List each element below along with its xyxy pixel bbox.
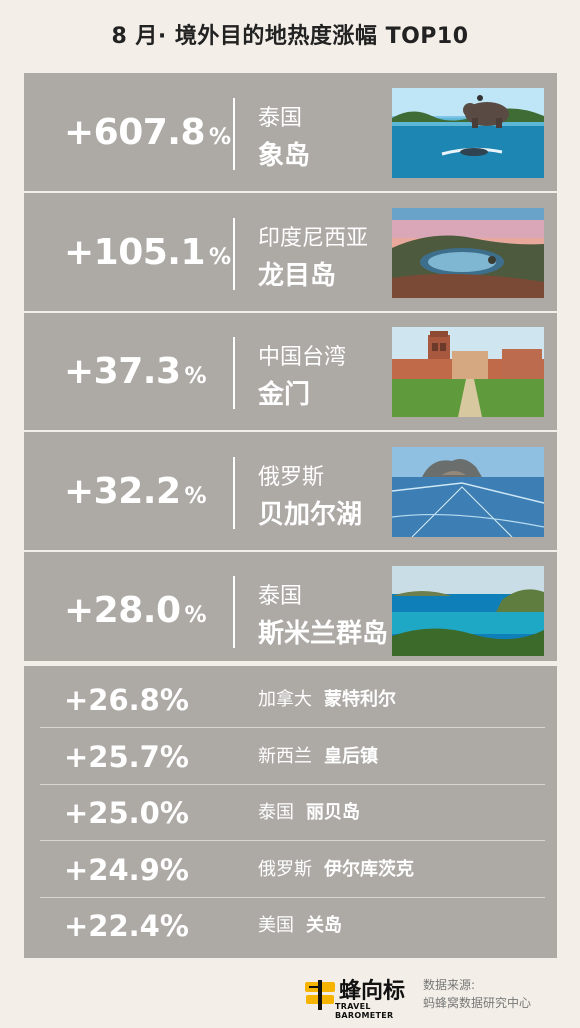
destination-name: 蒙特利尔 xyxy=(324,689,396,710)
page-title: 8 月· 境外目的地热度涨幅 TOP10 xyxy=(111,24,469,49)
country-label: 泰国 xyxy=(258,106,303,131)
country-label: 加拿大 xyxy=(258,689,312,710)
destination-name: 象岛 xyxy=(258,141,311,171)
destination-name: 伊尔库茨克 xyxy=(324,858,414,880)
mafengwo-logo: 蜂向标 TRAVEL BAROMETER xyxy=(303,975,415,1020)
growth-percent: +28.0% xyxy=(64,556,207,666)
more-destination-row: +24.9% 俄罗斯 伊尔库茨克 xyxy=(24,842,557,898)
destination-name: 皇后镇 xyxy=(324,745,378,767)
colonial-building-photo xyxy=(392,327,544,417)
country-label: 新西兰 xyxy=(258,745,312,767)
percent-symbol: % xyxy=(209,125,232,150)
growth-value: +105.1 xyxy=(64,231,206,273)
growth-value: +37.3 xyxy=(64,351,181,392)
row-divider xyxy=(24,191,557,193)
source-name: 蚂蜂窝数据研究中心 xyxy=(423,996,532,1010)
growth-percent: +26.8% xyxy=(64,683,189,717)
growth-value: +607.8 xyxy=(64,112,206,153)
destination-name: 丽贝岛 xyxy=(306,802,360,823)
country-label: 泰国 xyxy=(258,584,303,609)
top-destination-row: +37.3% 中国台湾 金门 xyxy=(24,317,557,427)
destination-name: 关岛 xyxy=(306,915,342,936)
percent-symbol: % xyxy=(184,603,207,628)
country-label: 俄罗斯 xyxy=(258,858,312,880)
destination-name: 龙目岛 xyxy=(258,260,337,291)
volcano-crater-photo xyxy=(392,207,544,298)
vertical-divider xyxy=(233,337,235,409)
top-ranking-block: +607.8% 泰国 象岛 +105.1% 印度尼西亚 龙目岛 +37.3 % … xyxy=(24,73,557,661)
country-label: 泰国 xyxy=(258,802,294,823)
more-destination-row: +25.0% 泰国 丽贝岛 xyxy=(24,785,557,841)
logo-subtext: TRAVEL BAROMETER xyxy=(335,1002,394,1020)
top-destination-row: +105.1% 印度尼西亚 龙目岛 xyxy=(24,198,557,308)
tropical-island-photo xyxy=(392,566,544,656)
growth-percent: +105.1% xyxy=(64,198,231,308)
top-destination-row: +28.0% 泰国 斯米兰群岛 xyxy=(24,556,557,666)
growth-percent: +32.2% xyxy=(64,437,207,547)
destination-name: 贝加尔湖 xyxy=(258,499,363,530)
top-destination-row: +607.8% 泰国 象岛 xyxy=(24,78,557,188)
logo-text: 蜂向标 xyxy=(339,979,406,1004)
signpost-icon xyxy=(305,980,335,1010)
row-divider xyxy=(24,549,557,552)
country-label: 美国 xyxy=(258,915,294,936)
percent-symbol: % xyxy=(184,364,207,389)
more-destination-row: +22.4% 美国 关岛 xyxy=(24,898,557,954)
more-destination-row: +25.7% 新西兰 皇后镇 xyxy=(24,729,557,785)
row-divider xyxy=(24,430,557,432)
row-divider xyxy=(24,310,557,313)
growth-percent: +607.8% xyxy=(64,78,231,188)
vertical-divider xyxy=(233,98,235,170)
growth-percent: +25.0% xyxy=(64,796,189,830)
top-destination-row: +32.2% 俄罗斯 贝加尔湖 xyxy=(24,437,557,547)
growth-percent: +25.7% xyxy=(64,739,189,774)
elephant-beach-photo xyxy=(392,88,544,178)
growth-value: +32.2 xyxy=(64,470,181,512)
more-ranking-block: +26.8% 加拿大 蒙特利尔 +25.7% 新西兰 皇后镇 +25.0% 泰国… xyxy=(24,666,557,958)
data-source: 数据来源: 蚂蜂窝数据研究中心 xyxy=(423,976,531,1012)
growth-percent: +24.9% xyxy=(64,852,189,887)
growth-percent: +22.4% xyxy=(64,909,189,943)
destination-name: 斯米兰群岛 xyxy=(258,619,389,649)
country-label: 印度尼西亚 xyxy=(258,225,369,251)
vertical-divider xyxy=(233,217,235,290)
more-destination-row: +26.8% 加拿大 蒙特利尔 xyxy=(24,672,557,728)
source-label: 数据来源: xyxy=(423,978,476,992)
vertical-divider xyxy=(233,576,235,648)
destination-name: 金门 xyxy=(258,380,311,410)
country-label: 中国台湾 xyxy=(258,345,347,370)
country-label: 俄罗斯 xyxy=(258,464,325,490)
vertical-divider xyxy=(233,456,235,529)
growth-percent: +37.3% xyxy=(64,317,207,427)
growth-value: +28.0 xyxy=(64,590,181,631)
percent-symbol: % xyxy=(184,483,207,509)
frozen-lake-photo xyxy=(392,446,544,537)
percent-symbol: % xyxy=(209,244,232,270)
